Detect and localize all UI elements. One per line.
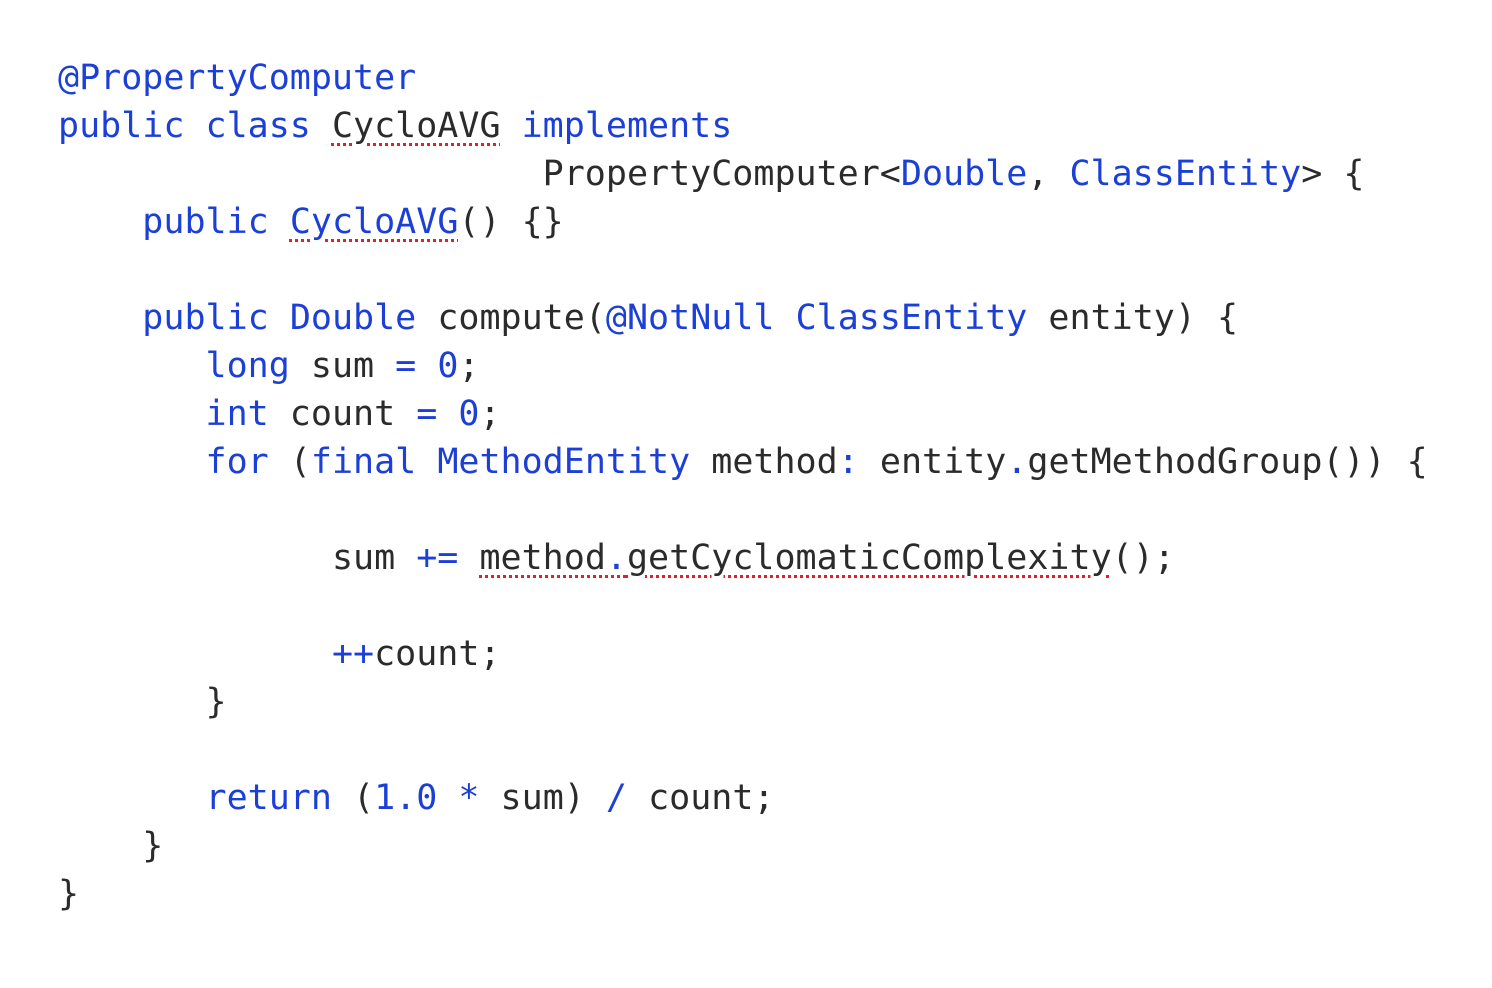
code-token: += bbox=[416, 538, 459, 578]
code-line[interactable]: public CycloAVG() {} bbox=[58, 198, 564, 246]
code-token: Double bbox=[900, 154, 1028, 194]
code-token: ( bbox=[268, 442, 311, 482]
code-line[interactable]: for (final MethodEntity method: entity.g… bbox=[58, 438, 1428, 486]
code-token: for bbox=[205, 442, 269, 482]
code-token: long bbox=[205, 346, 290, 386]
code-line[interactable]: } bbox=[58, 678, 227, 726]
code-line[interactable]: return (1.0 * sum) / count; bbox=[58, 774, 775, 822]
code-token: * bbox=[458, 778, 480, 818]
code-token: @PropertyComputer bbox=[58, 58, 417, 98]
code-token: ++ bbox=[331, 634, 375, 674]
code-token: } bbox=[58, 874, 80, 914]
code-token: , bbox=[1027, 154, 1070, 194]
code-token: sum) bbox=[479, 778, 606, 818]
code-token: ( bbox=[331, 778, 375, 818]
code-token: Double bbox=[289, 298, 417, 338]
code-line[interactable]: public Double compute(@NotNull ClassEnti… bbox=[58, 294, 1238, 342]
code-token: entity bbox=[858, 442, 1007, 482]
code-line[interactable]: long sum = 0; bbox=[58, 342, 480, 390]
code-token: implements bbox=[521, 106, 733, 146]
code-token: ; bbox=[458, 346, 480, 386]
code-token-error: CycloAVG bbox=[289, 202, 459, 242]
code-token: compute( bbox=[416, 298, 606, 338]
code-token: / bbox=[605, 778, 627, 818]
code-token: ClassEntity bbox=[795, 298, 1028, 338]
code-line[interactable]: } bbox=[58, 870, 79, 918]
code-token: count; bbox=[627, 778, 775, 818]
code-token: count bbox=[268, 394, 417, 434]
code-token: MethodEntity bbox=[437, 442, 691, 482]
code-token: count; bbox=[374, 634, 501, 674]
code-token: sum bbox=[289, 346, 396, 386]
code-line[interactable]: public class CycloAVG implements bbox=[58, 102, 732, 150]
code-token: getMethodGroup()) { bbox=[1027, 442, 1428, 482]
code-token: = bbox=[395, 346, 417, 386]
code-token: (); bbox=[1111, 538, 1175, 578]
code-token: @NotNull bbox=[605, 298, 775, 338]
code-token-error: getCyclomaticComplexity bbox=[626, 538, 1112, 578]
code-token: entity) { bbox=[1027, 298, 1239, 338]
code-line[interactable]: ++count; bbox=[58, 630, 501, 678]
code-token: int bbox=[205, 394, 269, 434]
code-token: () {} bbox=[458, 202, 564, 242]
code-line[interactable]: } bbox=[58, 822, 163, 870]
code-token: sum bbox=[331, 538, 417, 578]
code-token: 0 bbox=[437, 346, 459, 386]
code-token: PropertyComputer< bbox=[58, 154, 901, 194]
code-line[interactable]: PropertyComputer<Double, ClassEntity> { bbox=[58, 150, 1365, 198]
code-token: ClassEntity bbox=[1069, 154, 1302, 194]
code-editor[interactable]: @PropertyComputer public class CycloAVG i… bbox=[0, 0, 1492, 988]
code-token: } bbox=[58, 682, 227, 722]
code-token-error: . bbox=[605, 538, 627, 578]
code-token: 1.0 bbox=[374, 778, 438, 818]
code-token: class bbox=[205, 106, 311, 146]
code-token: return bbox=[205, 778, 332, 818]
code-token: final bbox=[310, 442, 417, 482]
code-line[interactable]: int count = 0; bbox=[58, 390, 501, 438]
code-token: public bbox=[142, 298, 269, 338]
code-token: > { bbox=[1301, 154, 1365, 194]
code-token: public bbox=[58, 106, 185, 146]
code-token: public bbox=[142, 202, 269, 242]
code-token: method bbox=[690, 442, 838, 482]
code-token-error: method bbox=[479, 538, 606, 578]
code-line[interactable]: @PropertyComputer bbox=[58, 54, 416, 102]
code-token: : bbox=[837, 442, 859, 482]
code-token-error: CycloAVG bbox=[331, 106, 501, 146]
code-token: } bbox=[58, 826, 164, 866]
code-line[interactable]: sum += method.getCyclomaticComplexity(); bbox=[58, 534, 1175, 582]
code-token: = bbox=[416, 394, 438, 434]
code-token: ; bbox=[479, 394, 501, 434]
code-token: 0 bbox=[458, 394, 480, 434]
code-token: . bbox=[1006, 442, 1028, 482]
